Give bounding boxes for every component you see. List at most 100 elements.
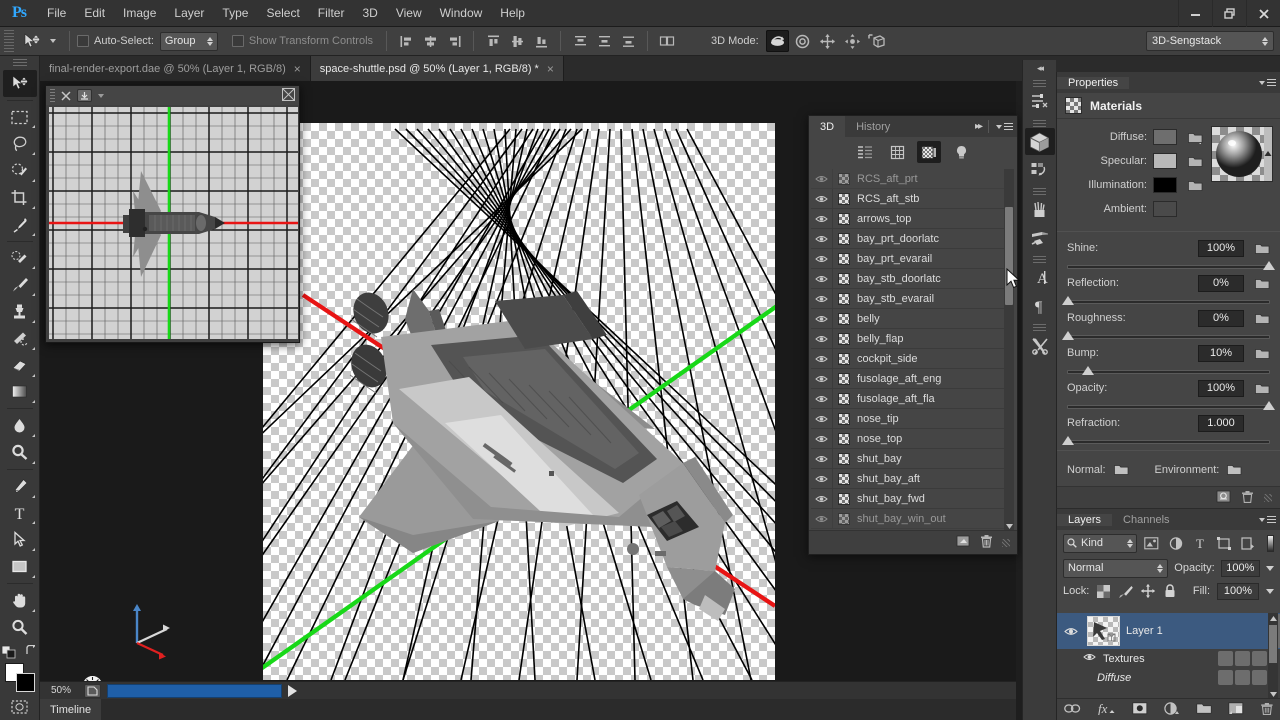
environment-texture-folder-icon[interactable] bbox=[1227, 463, 1242, 476]
auto-select-target-dropdown[interactable]: Group bbox=[159, 31, 218, 51]
specular-color-swatch[interactable] bbox=[1153, 153, 1177, 169]
material-list-item[interactable]: shut_bay_win_out bbox=[811, 508, 1007, 529]
3d-axis-widget[interactable] bbox=[115, 593, 185, 663]
material-list-item[interactable]: bay_prt_evarail bbox=[811, 248, 1007, 269]
top-view-shuttle[interactable] bbox=[49, 107, 298, 339]
menu-view[interactable]: View bbox=[387, 0, 431, 27]
visibility-toggle[interactable] bbox=[811, 468, 833, 489]
shape-filter-icon[interactable] bbox=[1214, 534, 1233, 553]
rectangle-shape-icon[interactable] bbox=[3, 553, 37, 580]
collapse-icon[interactable] bbox=[77, 89, 92, 102]
double-arrow-right-icon[interactable]: ▸▸ bbox=[975, 121, 983, 132]
layers-panel[interactable]: Layers Channels Kind T Normal Opacity: 1… bbox=[1056, 508, 1280, 720]
layer-sub-diffuse[interactable]: Diffuse bbox=[1057, 668, 1280, 687]
grip-icon[interactable] bbox=[50, 89, 55, 102]
slider-handle[interactable] bbox=[1263, 401, 1275, 410]
material-list-item[interactable]: bay_stb_doorlatc bbox=[811, 268, 1007, 289]
visibility-toggle[interactable] bbox=[811, 508, 833, 529]
fx-icon[interactable]: fx bbox=[1097, 701, 1116, 718]
tab-layers[interactable]: Layers bbox=[1057, 513, 1113, 526]
diffuse-texture-folder-icon[interactable] bbox=[1188, 131, 1203, 145]
slider-track[interactable] bbox=[1062, 436, 1270, 445]
slider-handle[interactable] bbox=[1062, 436, 1074, 445]
material-list-item[interactable]: fusolage_aft_eng bbox=[811, 368, 1007, 389]
new-material-icon[interactable] bbox=[1216, 490, 1231, 506]
3d-cube-icon[interactable] bbox=[1024, 128, 1055, 155]
rectangular-marquee-icon[interactable] bbox=[3, 104, 37, 131]
slider-handle[interactable] bbox=[1062, 296, 1074, 305]
slider-value[interactable]: 10% bbox=[1198, 344, 1244, 362]
visibility-toggle[interactable] bbox=[811, 388, 833, 409]
play-icon[interactable] bbox=[288, 684, 297, 697]
mask-icon[interactable] bbox=[1131, 701, 1148, 718]
normal-texture-folder-icon[interactable] bbox=[1113, 463, 1129, 476]
slider-handle[interactable] bbox=[1062, 331, 1074, 340]
roll-3d-icon[interactable] bbox=[791, 30, 814, 52]
material-list-item[interactable]: cockpit_side bbox=[811, 348, 1007, 369]
group-icon[interactable] bbox=[1195, 702, 1212, 718]
visibility-toggle[interactable] bbox=[811, 228, 833, 249]
3d-panel[interactable]: 3D History ▸▸ RCS_aft_prt RCS_aft_stb ar… bbox=[808, 115, 1018, 555]
visibility-toggle[interactable] bbox=[811, 348, 833, 369]
adjustments-icon[interactable] bbox=[1025, 88, 1055, 115]
slider-value[interactable]: 0% bbox=[1198, 309, 1244, 327]
pixel-filter-icon[interactable] bbox=[1142, 534, 1161, 553]
layer-sub-textures[interactable]: Textures bbox=[1057, 649, 1280, 668]
tab-properties[interactable]: Properties bbox=[1057, 76, 1130, 89]
layer-thumbnail[interactable] bbox=[1087, 616, 1120, 646]
adjustment-icon[interactable] bbox=[1163, 701, 1180, 718]
lights-filter-icon[interactable] bbox=[949, 141, 973, 163]
align-bottom-edges-button[interactable] bbox=[530, 31, 552, 52]
restore-button[interactable] bbox=[1212, 0, 1246, 27]
dock-grip[interactable] bbox=[1033, 324, 1046, 331]
tab-channels[interactable]: Channels bbox=[1112, 513, 1181, 526]
brush-presets-icon[interactable] bbox=[1025, 196, 1055, 223]
quick-mask-icon[interactable] bbox=[3, 693, 37, 720]
visibility-toggle[interactable] bbox=[811, 268, 833, 289]
dock-grip[interactable] bbox=[1033, 80, 1046, 87]
visibility-toggle[interactable] bbox=[811, 169, 833, 189]
artboard[interactable] bbox=[263, 123, 775, 680]
visibility-toggle[interactable] bbox=[811, 308, 833, 329]
tool-preset-chevron-icon[interactable] bbox=[50, 39, 56, 43]
fit-screen-icon[interactable] bbox=[282, 87, 295, 104]
rotate-3d-icon[interactable] bbox=[765, 30, 789, 52]
close-icon[interactable] bbox=[61, 90, 71, 101]
material-list-item[interactable]: shut_bay_aft bbox=[811, 468, 1007, 489]
align-vertical-centers-button[interactable] bbox=[506, 31, 528, 52]
close-icon[interactable]: × bbox=[547, 63, 554, 75]
floating-document-window[interactable] bbox=[45, 85, 300, 343]
visibility-toggle[interactable] bbox=[811, 448, 833, 469]
link-icon[interactable] bbox=[1063, 703, 1081, 717]
menu-help[interactable]: Help bbox=[491, 0, 534, 27]
auto-align-button[interactable] bbox=[656, 31, 678, 52]
visibility-toggle[interactable] bbox=[811, 328, 833, 349]
panel-menu-icon[interactable] bbox=[1259, 516, 1276, 523]
menu-image[interactable]: Image bbox=[114, 0, 165, 27]
new-material-icon[interactable] bbox=[956, 534, 971, 551]
texture-folder-icon[interactable] bbox=[1255, 277, 1270, 290]
zoom-level[interactable]: 50% bbox=[44, 685, 78, 696]
texture-folder-icon[interactable] bbox=[1255, 242, 1270, 255]
visibility-toggle[interactable] bbox=[811, 188, 833, 209]
illumination-texture-folder-icon[interactable] bbox=[1188, 179, 1203, 192]
show-transform-checkbox[interactable] bbox=[231, 35, 244, 47]
material-list-item[interactable]: fusolage_aft_fla bbox=[811, 388, 1007, 409]
scroll-up-arrow-icon[interactable] bbox=[1268, 613, 1278, 623]
slider-handle[interactable] bbox=[1263, 261, 1275, 270]
minimize-button[interactable] bbox=[1178, 0, 1212, 27]
filter-toggle-icon[interactable] bbox=[1267, 534, 1274, 552]
align-horizontal-centers-button[interactable] bbox=[419, 31, 441, 52]
hand-icon[interactable] bbox=[3, 587, 37, 614]
specular-texture-folder-icon[interactable] bbox=[1188, 155, 1203, 168]
visibility-toggle[interactable] bbox=[811, 428, 833, 449]
scale-3d-icon[interactable] bbox=[866, 30, 889, 52]
slider-track[interactable] bbox=[1067, 401, 1275, 410]
diffuse-color-swatch[interactable] bbox=[1153, 129, 1177, 145]
tab-history[interactable]: History bbox=[845, 116, 902, 137]
distribute-top-button[interactable] bbox=[569, 31, 591, 52]
type-icon[interactable]: T bbox=[3, 500, 37, 527]
eyedropper-icon[interactable] bbox=[3, 211, 37, 238]
menu-select[interactable]: Select bbox=[257, 0, 308, 27]
visibility-toggle[interactable] bbox=[811, 488, 833, 509]
